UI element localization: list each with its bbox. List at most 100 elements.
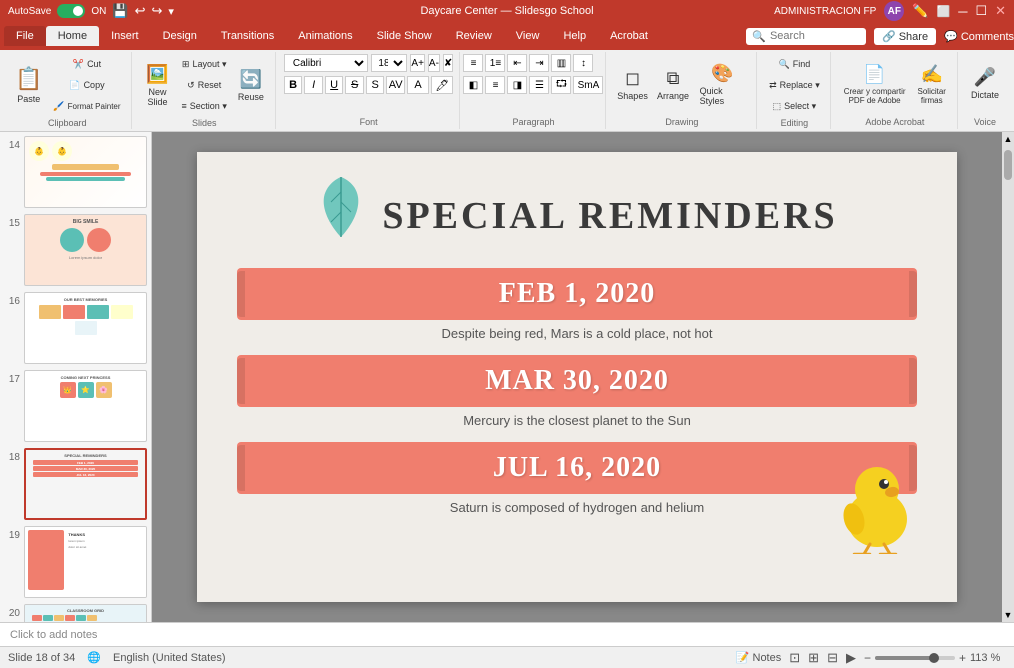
view-reading-button[interactable]: ▶ bbox=[846, 650, 856, 666]
shapes-button[interactable]: ◻ Shapes bbox=[614, 56, 652, 114]
cut-button[interactable]: ✂️Cut bbox=[49, 54, 124, 74]
strikethrough-button[interactable]: S bbox=[345, 76, 364, 94]
arrange-button[interactable]: ⧉ Arrange bbox=[653, 56, 692, 114]
tab-file[interactable]: File bbox=[4, 26, 46, 46]
slide-16[interactable]: OUR BEST MEMORIES bbox=[24, 292, 147, 364]
date-banner-1[interactable]: FEB 1, 2020 bbox=[237, 268, 917, 320]
bold-button[interactable]: B bbox=[284, 76, 303, 94]
scroll-down-button[interactable]: ▼ bbox=[1002, 608, 1014, 622]
window-maximize-icon[interactable]: ☐ bbox=[975, 3, 987, 19]
share-button[interactable]: 🔗 Share bbox=[874, 28, 936, 45]
slide-header: SPECIAL REMINDERS bbox=[197, 152, 957, 260]
save-icon[interactable]: 💾 bbox=[112, 3, 128, 19]
tab-transitions[interactable]: Transitions bbox=[209, 26, 286, 46]
comments-button[interactable]: 💬 Comments bbox=[944, 30, 1014, 43]
slide-17[interactable]: COMING NEXT PRINCESS 👑 ⭐ 🌸 bbox=[24, 370, 147, 442]
zoom-out-button[interactable]: − bbox=[864, 651, 871, 665]
font-size-decrease-button[interactable]: A- bbox=[428, 54, 440, 72]
quick-styles-button[interactable]: 🎨 Quick Styles bbox=[695, 56, 751, 114]
zoom-slider[interactable] bbox=[875, 656, 955, 660]
font-family-select[interactable]: Calibri bbox=[284, 54, 369, 72]
reset-button[interactable]: ↺Reset bbox=[178, 75, 231, 95]
undo-icon[interactable]: ↩ bbox=[135, 3, 146, 19]
user-avatar[interactable]: AF bbox=[884, 1, 904, 21]
highlight-button[interactable]: 🖊 bbox=[431, 76, 453, 94]
window-minimize-icon[interactable]: ─ bbox=[958, 4, 967, 19]
pen-icon[interactable]: ✏️ bbox=[912, 3, 928, 19]
scroll-up-button[interactable]: ▲ bbox=[1002, 132, 1014, 146]
text-direction-button[interactable]: ⮔ bbox=[551, 76, 571, 94]
new-slide-button[interactable]: 🖼️ New Slide bbox=[140, 56, 176, 114]
bullets-button[interactable]: ≡ bbox=[463, 54, 483, 72]
ribbon-group-paragraph: ≡ 1≡ ⇤ ⇥ ▥ ↕ ◧ ≡ ◨ ☰ ⮔ SmA Paragraph bbox=[462, 52, 605, 129]
reuse-button[interactable]: 🔄 Reuse bbox=[233, 56, 269, 114]
replace-button[interactable]: ⇄Replace ▾ bbox=[765, 75, 824, 95]
slide-14[interactable]: 👶 👶 bbox=[24, 136, 147, 208]
view-outline-button[interactable]: ⊞ bbox=[808, 650, 819, 666]
notes-area[interactable]: Click to add notes bbox=[0, 622, 1014, 646]
select-button[interactable]: ⬚Select ▾ bbox=[765, 96, 824, 116]
tab-view[interactable]: View bbox=[504, 26, 552, 46]
paste-button[interactable]: 📋 Paste bbox=[10, 56, 47, 114]
columns-button[interactable]: ▥ bbox=[551, 54, 571, 72]
autosave-state: ON bbox=[91, 6, 106, 17]
justify-button[interactable]: ☰ bbox=[529, 76, 549, 94]
tab-home[interactable]: Home bbox=[46, 26, 99, 46]
search-box[interactable]: 🔍 bbox=[746, 28, 866, 45]
find-icon: 🔍 bbox=[779, 59, 790, 70]
slide-canvas[interactable]: SPECIAL REMINDERS FEB 1, 2020 Despite be… bbox=[197, 152, 957, 602]
customize-icon[interactable]: ▾ bbox=[168, 5, 174, 18]
slide-18[interactable]: SPECIAL REMINDERS FEB 1, 2020 MAR 30, 20… bbox=[24, 448, 147, 520]
slide-15[interactable]: BIG SMILE Lorem ipsum dolor bbox=[24, 214, 147, 286]
format-painter-button[interactable]: 🖌️Format Painter bbox=[49, 96, 124, 116]
date-banner-2[interactable]: MAR 30, 2020 bbox=[237, 355, 917, 407]
font-size-increase-button[interactable]: A+ bbox=[410, 54, 425, 72]
dictate-button[interactable]: 🎤 Dictate bbox=[966, 54, 1004, 112]
align-center-button[interactable]: ≡ bbox=[485, 76, 505, 94]
tab-review[interactable]: Review bbox=[444, 26, 504, 46]
slide-20[interactable]: CLASSROOM GRID bbox=[24, 604, 147, 622]
right-scrollbar[interactable]: ▲ ▼ bbox=[1002, 132, 1014, 622]
tab-animations[interactable]: Animations bbox=[286, 26, 364, 46]
view-normal-button[interactable]: ⊡ bbox=[789, 650, 800, 666]
autosave-toggle[interactable] bbox=[57, 4, 85, 18]
notes-button[interactable]: 📝 Notes bbox=[736, 651, 781, 664]
tab-slideshow[interactable]: Slide Show bbox=[365, 26, 444, 46]
smart-art-button[interactable]: SmA bbox=[573, 76, 603, 94]
date-banner-3[interactable]: JUL 16, 2020 bbox=[237, 442, 917, 494]
text-shadow-button[interactable]: S bbox=[366, 76, 385, 94]
tab-help[interactable]: Help bbox=[551, 26, 598, 46]
view-slide-sorter-button[interactable]: ⊟ bbox=[827, 650, 838, 666]
request-signatures-button[interactable]: ✍️ Solicitarfirmas bbox=[913, 56, 951, 114]
ribbon-group-voice: 🎤 Dictate Voice bbox=[960, 52, 1010, 129]
redo-icon[interactable]: ↪ bbox=[151, 3, 162, 19]
section-button[interactable]: ≡Section ▾ bbox=[178, 96, 231, 116]
clear-formatting-button[interactable]: ✘ bbox=[443, 54, 453, 72]
zoom-in-button[interactable]: + bbox=[959, 651, 966, 665]
underline-button[interactable]: U bbox=[325, 76, 344, 94]
line-spacing-button[interactable]: ↕ bbox=[573, 54, 593, 72]
decrease-indent-button[interactable]: ⇤ bbox=[507, 54, 527, 72]
create-pdf-button[interactable]: 📄 Crear y compartirPDF de Adobe bbox=[839, 56, 911, 114]
slide-19[interactable]: THANKS lorem ipsum dolor sit amet bbox=[24, 526, 147, 598]
find-button[interactable]: 🔍Find bbox=[765, 54, 824, 74]
window-title: Daycare Center — Slidesgo School bbox=[420, 5, 593, 17]
numbering-button[interactable]: 1≡ bbox=[485, 54, 505, 72]
ribbon-minimize-icon[interactable]: ⬜ bbox=[937, 5, 951, 18]
tab-design[interactable]: Design bbox=[151, 26, 209, 46]
tab-acrobat[interactable]: Acrobat bbox=[598, 26, 660, 46]
window-close-icon[interactable]: ✕ bbox=[995, 3, 1006, 19]
tab-insert[interactable]: Insert bbox=[99, 26, 151, 46]
char-spacing-button[interactable]: AV bbox=[386, 76, 405, 94]
align-left-button[interactable]: ◧ bbox=[463, 76, 483, 94]
search-input[interactable] bbox=[770, 30, 860, 42]
font-color-button[interactable]: A bbox=[407, 76, 429, 94]
increase-indent-button[interactable]: ⇥ bbox=[529, 54, 549, 72]
slide-panel: 14 👶 👶 15 BIG SMILE bbox=[0, 132, 152, 622]
align-right-button[interactable]: ◨ bbox=[507, 76, 527, 94]
font-size-select[interactable]: 18 bbox=[371, 54, 407, 72]
copy-button[interactable]: 📄Copy bbox=[49, 75, 124, 95]
italic-button[interactable]: I bbox=[304, 76, 323, 94]
layout-button[interactable]: ⊞Layout ▾ bbox=[178, 54, 231, 74]
scroll-thumb[interactable] bbox=[1004, 150, 1012, 180]
